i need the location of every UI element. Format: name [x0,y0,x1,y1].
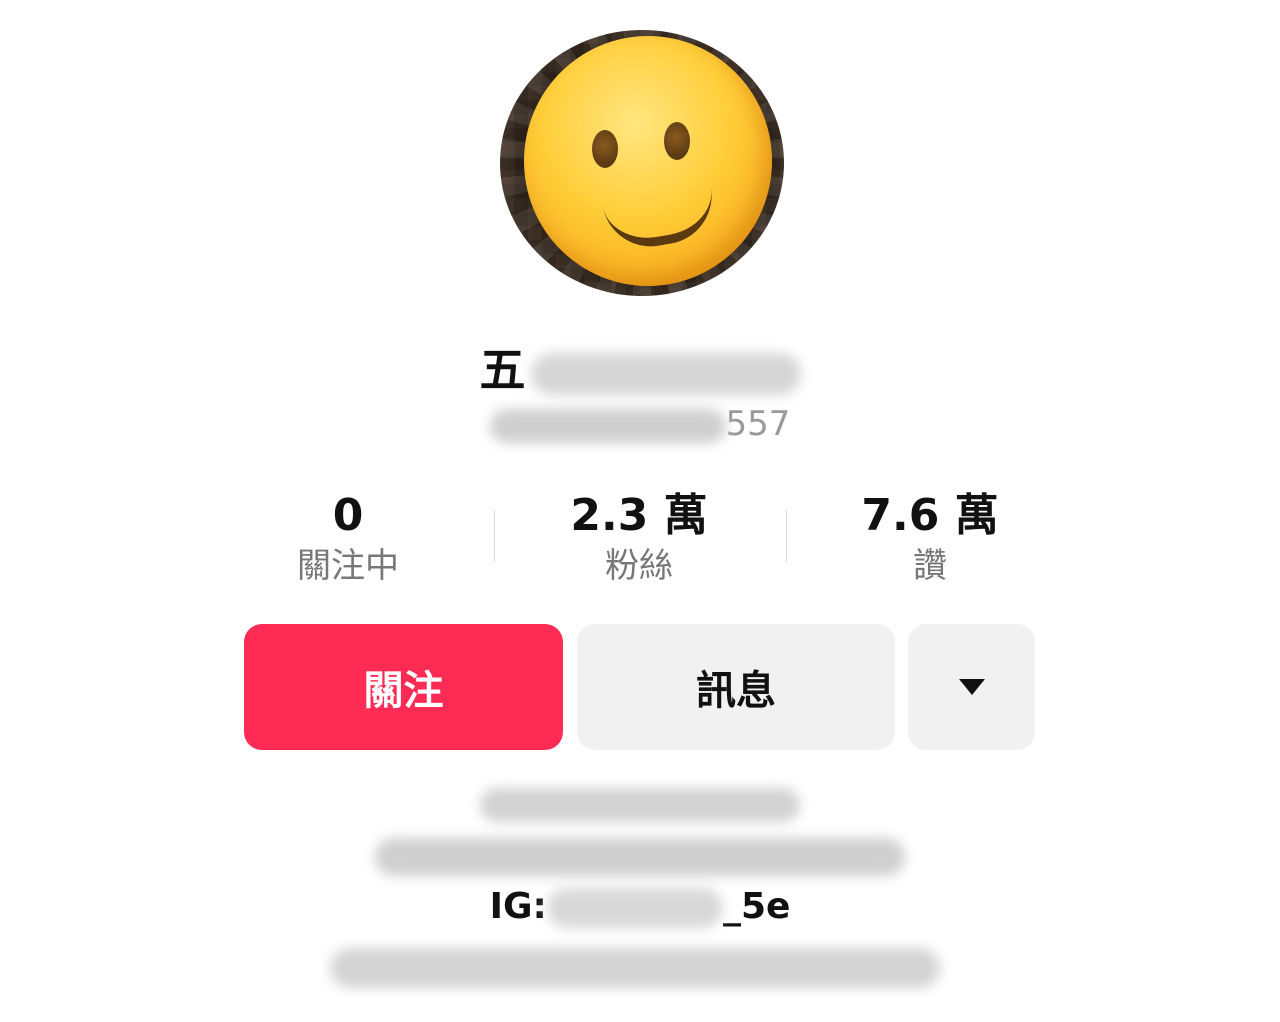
username-handle: 557 [0,404,1280,444]
more-options-button[interactable] [908,624,1035,750]
bio-line-redacted [0,788,1280,822]
handle-redacted [489,408,726,443]
stat-followers-value: 2.3 萬 [570,490,708,541]
stat-divider [494,510,495,562]
bio-ig-suffix: _5e [722,886,791,927]
bio-instagram: IG: _5e [0,886,1280,928]
bio-ig-prefix: IG: [489,886,547,927]
handle-visible-suffix: 557 [725,404,791,444]
display-name-redacted [530,352,801,395]
bio-link-redacted [330,948,940,988]
profile-stats: 0 關注中 2.3 萬 粉絲 7.6 萬 讚 [200,488,1080,588]
display-name-visible: 五 [479,343,527,397]
bio-link[interactable] [330,948,940,998]
stat-followers-label: 粉絲 [605,546,673,586]
right-eye [664,122,690,160]
display-name: 五 [0,334,1280,400]
stat-following[interactable]: 0 關注中 [218,488,478,588]
caret-down-icon [958,679,985,695]
stat-likes-label: 讚 [913,546,947,586]
slightly-smiling-face-icon [524,36,772,286]
stat-followers[interactable]: 2.3 萬 粉絲 [509,488,769,588]
stat-divider [786,510,787,562]
left-eye [592,130,618,168]
bio-line-redacted [0,838,1280,876]
follow-button[interactable]: 關注 [244,624,563,750]
smile [602,186,720,255]
stat-following-value: 0 [332,490,364,541]
stat-likes-value: 7.6 萬 [861,490,999,541]
bio-redacted-2 [375,838,905,876]
bio-redacted-1 [480,788,800,822]
avatar[interactable] [500,22,790,297]
stat-likes: 7.6 萬 讚 [800,488,1060,588]
message-button[interactable]: 訊息 [577,624,895,750]
bio-ig-redacted [546,888,723,928]
stat-following-label: 關注中 [297,546,399,586]
